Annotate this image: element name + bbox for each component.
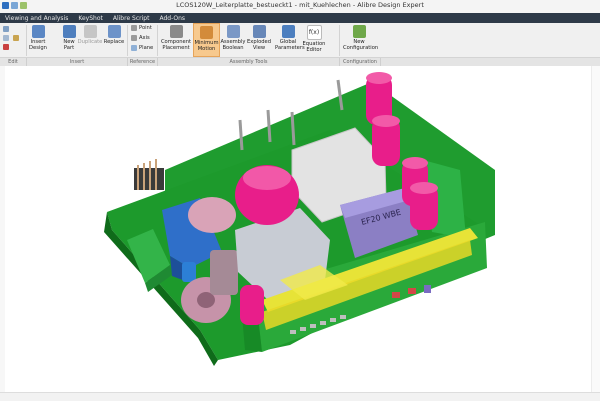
exploded-view-label: Exploded View <box>247 39 272 51</box>
plane-icon <box>131 45 137 51</box>
small-component <box>424 285 431 293</box>
duplicate-button[interactable]: Duplicate <box>77 23 103 45</box>
component-placement-button[interactable]: Component Placement <box>160 23 192 51</box>
group-insert: Insert <box>27 58 128 66</box>
toroid-left <box>188 197 236 233</box>
small-blue-capacitor <box>182 262 196 282</box>
point-icon <box>131 25 137 31</box>
insert-design-label: Insert Design <box>29 39 47 51</box>
equation-editor-button[interactable]: f(x) Equation Editor <box>302 23 326 53</box>
menu-keyshot[interactable]: KeyShot <box>73 15 108 22</box>
point-button[interactable]: Point <box>131 25 152 31</box>
global-parameters-icon <box>281 25 295 38</box>
led-red <box>392 292 400 298</box>
point-label: Point <box>139 25 152 31</box>
new-configuration-label: New Configuration <box>343 39 379 51</box>
replace-icon <box>107 25 121 38</box>
assembly-boolean-label: Assembly Boolean <box>220 39 246 51</box>
minimum-motion-label: Minimum Motion <box>194 40 219 52</box>
plane-button[interactable]: Plane <box>131 45 153 51</box>
assembly-boolean-button[interactable]: Assembly Boolean <box>220 23 246 51</box>
separator <box>339 25 340 56</box>
title-bar: LCOS120W_Leiterplatte_bestueckt1 - mit_K… <box>0 0 600 14</box>
menu-add-ons[interactable]: Add-Ons <box>154 15 190 22</box>
edit-delete[interactable] <box>3 44 9 50</box>
group-edit: Edit <box>0 58 27 66</box>
equation-editor-label: Equation Editor <box>302 41 326 53</box>
duplicate-label: Duplicate <box>77 39 103 45</box>
edit-cut[interactable] <box>3 26 9 32</box>
group-reference: Reference <box>128 58 158 66</box>
global-parameters-label: Global Parameters <box>275 39 305 51</box>
new-configuration-button[interactable]: New Configuration <box>343 23 379 51</box>
function-icon: f(x) <box>306 25 322 40</box>
separator <box>127 25 128 56</box>
exploded-view-button[interactable]: Exploded View <box>247 23 271 51</box>
minimum-motion-button[interactable]: Minimum Motion <box>193 23 220 57</box>
axis-label: Axis <box>139 35 150 41</box>
menu-alibre-script[interactable]: Alibre Script <box>108 15 155 22</box>
menu-viewing-analysis[interactable]: Viewing and Analysis <box>0 15 73 22</box>
replace-button[interactable]: Replace <box>103 23 125 45</box>
group-assembly-tools: Assembly Tools <box>158 58 340 66</box>
separator <box>157 25 158 56</box>
resistor-block <box>210 250 238 295</box>
duplicate-icon <box>83 25 97 38</box>
menu-bar: Viewing and Analysis KeyShot Alibre Scri… <box>0 13 600 23</box>
axis-button[interactable]: Axis <box>131 35 150 41</box>
edit-paste[interactable] <box>13 35 19 41</box>
copy-icon <box>3 35 9 41</box>
replace-label: Replace <box>103 39 125 45</box>
pin-header <box>134 159 164 190</box>
new-part-icon <box>62 25 76 38</box>
group-configuration: Configuration <box>340 58 381 66</box>
capacitor-top <box>243 166 291 190</box>
global-parameters-button[interactable]: Global Parameters <box>275 23 305 51</box>
minimum-motion-icon <box>200 26 213 39</box>
insert-design-icon <box>31 25 45 38</box>
new-configuration-icon <box>352 25 366 38</box>
edit-copy[interactable] <box>3 35 9 41</box>
exploded-view-icon <box>252 25 266 38</box>
component-placement-icon <box>169 25 183 38</box>
cut-icon <box>3 26 9 32</box>
delete-icon <box>3 44 9 50</box>
3d-viewport[interactable]: EF20 WBE <box>0 66 600 400</box>
separator <box>26 25 27 56</box>
plane-label: Plane <box>139 45 154 51</box>
led-red-2 <box>408 288 416 294</box>
window-title: LCOS120W_Leiterplatte_bestueckt1 - mit_K… <box>176 1 424 9</box>
insert-design-button[interactable]: Insert Design <box>28 23 48 51</box>
ribbon-group-labels: Edit Insert Reference Assembly Tools Con… <box>0 57 600 66</box>
paste-icon <box>13 35 19 41</box>
assembly-boolean-icon <box>226 25 240 38</box>
axis-icon <box>131 35 137 41</box>
new-part-label: New Part <box>63 39 75 51</box>
component-placement-label: Component Placement <box>160 39 192 51</box>
new-part-button[interactable]: New Part <box>60 23 78 51</box>
capacitor-lower <box>240 285 264 325</box>
